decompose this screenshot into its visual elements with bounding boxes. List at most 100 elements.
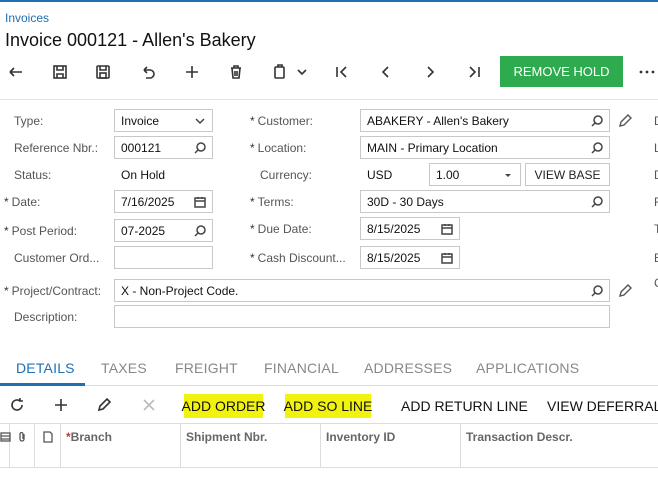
grid-header: *Branch Shipment Nbr. Inventory ID Trans… bbox=[0, 424, 658, 468]
breadcrumb[interactable]: Invoices bbox=[5, 11, 49, 25]
chevron-down-icon[interactable] bbox=[292, 60, 312, 84]
type-select[interactable]: Invoice bbox=[114, 109, 213, 132]
delete-row-icon[interactable] bbox=[139, 395, 159, 415]
add-so-line-button[interactable]: ADD SO LINE bbox=[284, 394, 372, 418]
search-icon[interactable] bbox=[589, 140, 605, 156]
status-label: Status: bbox=[14, 168, 52, 182]
note-column bbox=[35, 424, 61, 468]
currency-label: Currency: bbox=[260, 168, 313, 182]
column-inventory-id[interactable]: Inventory ID bbox=[321, 424, 461, 468]
type-label: Type: bbox=[14, 114, 44, 128]
save-and-close-icon[interactable] bbox=[48, 60, 72, 84]
tab-bar: DETAILS TAXES FREIGHT FINANCIAL ADDRESSE… bbox=[0, 352, 658, 386]
tab-taxes[interactable]: TAXES bbox=[101, 360, 147, 376]
tab-applications[interactable]: APPLICATIONS bbox=[476, 360, 579, 376]
truncated-label: D bbox=[654, 168, 658, 182]
calendar-icon[interactable] bbox=[439, 221, 455, 237]
undo-icon[interactable] bbox=[136, 60, 160, 84]
column-branch[interactable]: *Branch bbox=[61, 424, 181, 468]
edit-row-icon[interactable] bbox=[94, 395, 114, 415]
edit-project-icon[interactable] bbox=[617, 283, 633, 299]
chevron-down-icon bbox=[192, 113, 208, 129]
customer-value: ABAKERY - Allen's Bakery bbox=[367, 113, 509, 128]
due-date-label: * Due Date: bbox=[250, 222, 312, 236]
view-deferrals-button[interactable]: VIEW DEFERRALS bbox=[547, 394, 658, 418]
cash-discount-date-field[interactable]: 8/15/2025 bbox=[360, 246, 460, 269]
truncated-label: F bbox=[654, 195, 658, 209]
reference-nbr-label: Reference Nbr.: bbox=[14, 141, 99, 155]
terms-value: 30D - 30 Days bbox=[367, 194, 444, 209]
cash-discount-label: * Cash Discount... bbox=[250, 251, 346, 265]
caret-down-icon bbox=[500, 167, 516, 183]
currency-rate-value: 1.00 bbox=[436, 167, 460, 182]
currency-value[interactable]: USD bbox=[367, 168, 392, 182]
paperclip-icon bbox=[16, 431, 28, 443]
customer-order-field[interactable] bbox=[114, 246, 213, 269]
tab-freight[interactable]: FREIGHT bbox=[175, 360, 238, 376]
add-order-button[interactable]: ADD ORDER bbox=[182, 394, 266, 418]
description-label: Description: bbox=[14, 310, 78, 324]
truncated-label: E bbox=[654, 251, 658, 265]
column-shipment-nbr[interactable]: Shipment Nbr. bbox=[181, 424, 321, 468]
customer-order-label: Customer Ord... bbox=[14, 251, 100, 265]
form-separator bbox=[0, 99, 658, 100]
date-label: * Date: bbox=[4, 195, 41, 209]
truncated-label: T bbox=[654, 222, 658, 236]
date-field[interactable]: 7/16/2025 bbox=[114, 190, 213, 213]
due-date-value: 8/15/2025 bbox=[367, 221, 421, 236]
column-transaction-descr[interactable]: Transaction Descr. bbox=[461, 424, 658, 468]
last-record-icon[interactable] bbox=[462, 60, 486, 84]
terms-field[interactable]: 30D - 30 Days bbox=[360, 190, 610, 213]
search-icon[interactable] bbox=[192, 140, 208, 156]
post-period-label: * Post Period: bbox=[4, 224, 78, 238]
search-icon[interactable] bbox=[589, 113, 605, 129]
attachment-column bbox=[10, 424, 35, 468]
description-field[interactable] bbox=[114, 305, 610, 328]
post-period-field[interactable]: 07-2025 bbox=[114, 219, 213, 242]
note-icon bbox=[42, 431, 54, 443]
customer-label: * Customer: bbox=[250, 114, 314, 128]
tab-details[interactable]: DETAILS bbox=[16, 360, 75, 376]
customer-field[interactable]: ABAKERY - Allen's Bakery bbox=[360, 109, 610, 132]
previous-record-icon[interactable] bbox=[374, 60, 398, 84]
location-label: * Location: bbox=[250, 141, 307, 155]
post-period-value: 07-2025 bbox=[121, 223, 166, 238]
search-icon[interactable] bbox=[192, 223, 208, 239]
reference-nbr-field[interactable]: 000121 bbox=[114, 136, 213, 159]
status-value: On Hold bbox=[121, 168, 166, 182]
copy-paste-icon[interactable] bbox=[268, 60, 292, 84]
location-field[interactable]: MAIN - Primary Location bbox=[360, 136, 610, 159]
calendar-icon[interactable] bbox=[439, 250, 455, 266]
first-record-icon[interactable] bbox=[330, 60, 354, 84]
search-icon[interactable] bbox=[589, 194, 605, 210]
project-contract-field[interactable]: X - Non-Project Code. bbox=[114, 279, 610, 302]
truncated-label: D bbox=[654, 114, 658, 128]
tab-addresses[interactable]: ADDRESSES bbox=[364, 360, 452, 376]
cash-discount-value: 8/15/2025 bbox=[367, 250, 421, 265]
type-value: Invoice bbox=[121, 113, 160, 128]
top-accent-bar bbox=[0, 0, 658, 2]
view-base-button[interactable]: VIEW BASE bbox=[525, 163, 610, 186]
tab-financial[interactable]: FINANCIAL bbox=[264, 360, 339, 376]
back-icon[interactable] bbox=[4, 60, 28, 84]
currency-rate-select[interactable]: 1.00 bbox=[429, 163, 521, 186]
terms-label: * Terms: bbox=[250, 195, 294, 209]
add-return-line-button[interactable]: ADD RETURN LINE bbox=[401, 394, 528, 418]
next-record-icon[interactable] bbox=[418, 60, 442, 84]
add-icon[interactable] bbox=[180, 60, 204, 84]
reference-nbr-value: 000121 bbox=[121, 140, 162, 155]
edit-customer-icon[interactable] bbox=[617, 113, 633, 129]
due-date-field[interactable]: 8/15/2025 bbox=[360, 217, 460, 240]
search-icon[interactable] bbox=[589, 283, 605, 299]
truncated-label: L bbox=[654, 141, 658, 155]
save-icon[interactable] bbox=[91, 60, 115, 84]
truncated-label: C bbox=[654, 276, 658, 290]
refresh-icon[interactable] bbox=[7, 395, 27, 415]
add-row-icon[interactable] bbox=[51, 395, 71, 415]
more-menu-icon[interactable] bbox=[636, 58, 658, 86]
project-contract-label: * Project/Contract: bbox=[4, 284, 102, 298]
calendar-icon[interactable] bbox=[192, 194, 208, 210]
remove-hold-button[interactable]: REMOVE HOLD bbox=[500, 56, 623, 87]
row-selector-column bbox=[0, 424, 11, 468]
delete-icon[interactable] bbox=[224, 60, 248, 84]
